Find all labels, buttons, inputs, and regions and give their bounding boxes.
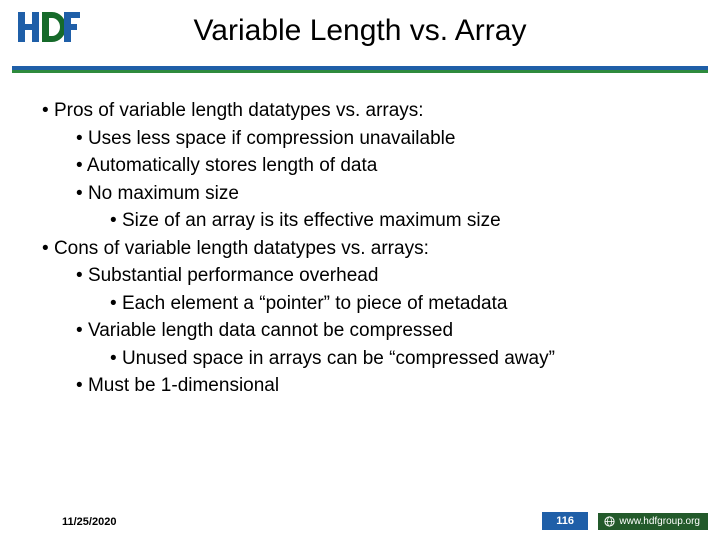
footer-date: 11/25/2020 — [62, 516, 116, 528]
bullet-con-1-sub: Each element a “pointer” to piece of met… — [110, 290, 690, 318]
divider — [0, 66, 720, 73]
url-badge: www.hdfgroup.org — [598, 513, 708, 530]
bullet-pro-3: No maximum size Size of an array is its … — [76, 180, 690, 235]
text: Uses less space if compression unavailab… — [88, 128, 456, 149]
hdf-logo — [18, 10, 80, 53]
slide-header: Variable Length vs. Array — [0, 0, 720, 62]
slide-footer: 11/25/2020 116 www.hdfgroup.org — [0, 508, 720, 530]
text: Cons of variable length datatypes vs. ar… — [54, 238, 429, 259]
text: Unused space in arrays can be “compresse… — [122, 348, 555, 369]
text: Variable length data cannot be compresse… — [88, 320, 453, 341]
bullet-con-3: Must be 1-dimensional — [76, 372, 690, 400]
text: Automatically stores length of data — [87, 155, 377, 176]
globe-icon — [604, 516, 615, 527]
bullet-pro-3-sub: Size of an array is its effective maximu… — [110, 207, 690, 235]
slide-title: Variable Length vs. Array — [0, 0, 720, 48]
bullet-pro-2: Automatically stores length of data — [76, 152, 690, 180]
bullet-cons-heading: Cons of variable length datatypes vs. ar… — [42, 235, 690, 400]
text: Substantial performance overhead — [88, 265, 378, 286]
bullet-pros-heading: Pros of variable length datatypes vs. ar… — [42, 97, 690, 235]
text: Must be 1-dimensional — [88, 375, 279, 396]
bullet-con-1: Substantial performance overhead Each el… — [76, 262, 690, 317]
bullet-con-2: Variable length data cannot be compresse… — [76, 317, 690, 372]
text: Pros of variable length datatypes vs. ar… — [54, 100, 424, 121]
page-number: 116 — [542, 512, 588, 530]
text: No maximum size — [88, 183, 239, 204]
text: Size of an array is its effective maximu… — [122, 210, 501, 231]
bullet-pro-1: Uses less space if compression unavailab… — [76, 125, 690, 153]
bullet-con-2-sub: Unused space in arrays can be “compresse… — [110, 345, 690, 373]
slide-body: Pros of variable length datatypes vs. ar… — [0, 73, 720, 400]
footer-url: www.hdfgroup.org — [619, 516, 700, 527]
text: Each element a “pointer” to piece of met… — [122, 293, 508, 314]
